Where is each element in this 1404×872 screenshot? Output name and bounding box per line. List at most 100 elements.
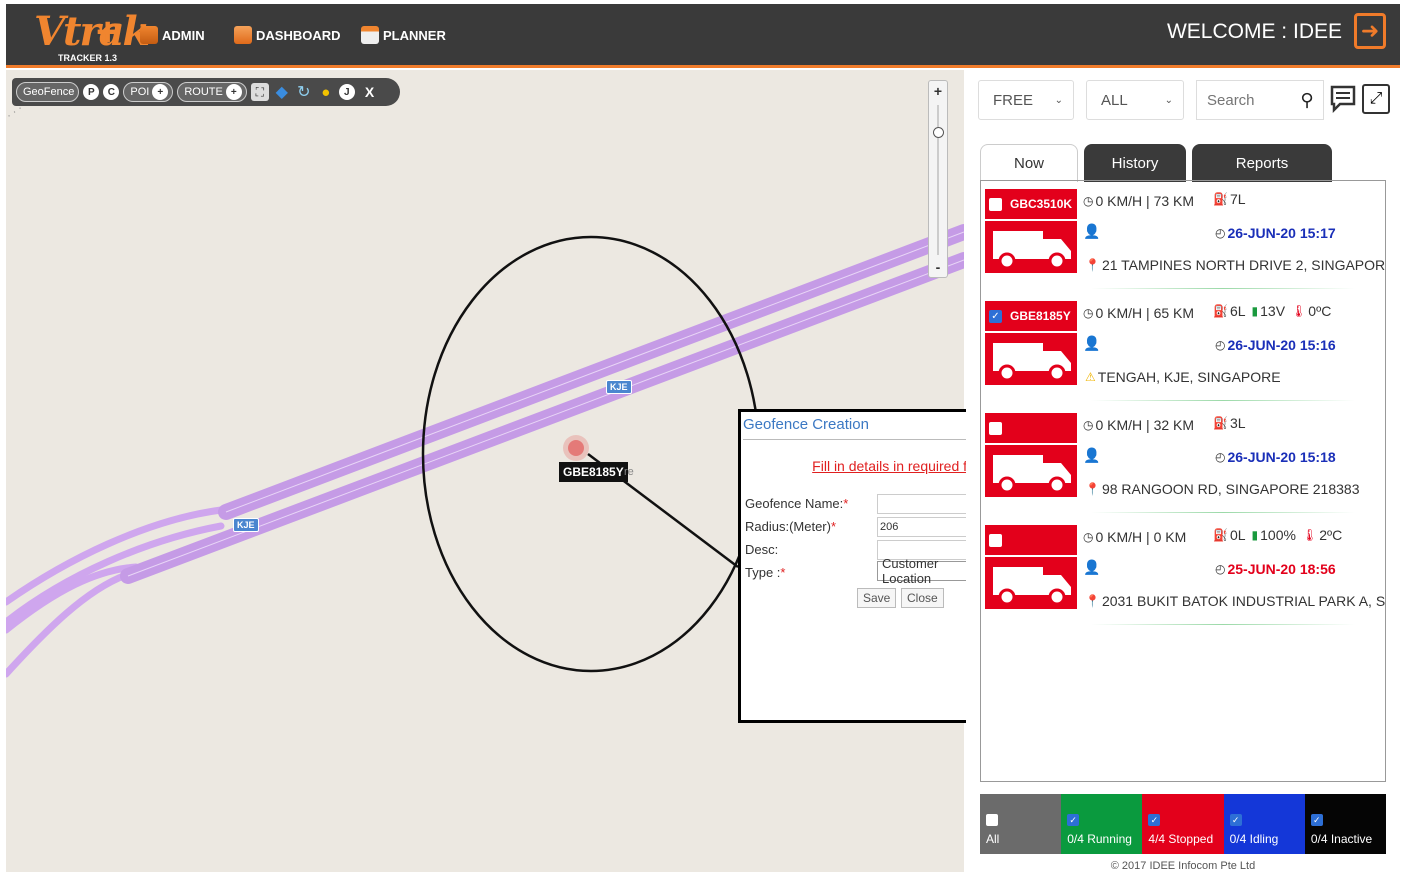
driver-icon: 👤 [1083, 335, 1101, 351]
vehicle-checkbox[interactable] [989, 533, 1002, 547]
tab-reports[interactable]: Reports [1192, 144, 1332, 182]
vehicle-plate[interactable]: GBC3510K [985, 189, 1077, 219]
chevron-down-icon: ⌄ [1164, 94, 1173, 106]
truck-icon [985, 557, 1077, 609]
warning-pin-icon: ⚠ [1085, 370, 1096, 384]
status-running-label: 0/4 Running [1067, 832, 1132, 846]
vehicle-checkbox[interactable] [989, 421, 1002, 435]
speed-value: 0 KM/H | 0 KM [1095, 529, 1187, 545]
sensor-readings: ⛽ 0L ▮ 100% 🌡 2ºC [1213, 527, 1342, 543]
radius-label: Radius:(Meter)* [745, 519, 836, 539]
calendar-icon [361, 26, 379, 44]
vehicle-checkbox[interactable] [989, 197, 1002, 211]
nav-dashboard[interactable]: DASHBOARD [234, 24, 341, 46]
nav-admin-label: ADMIN [162, 27, 205, 43]
status-stopped[interactable]: ✓ 4/4 Stopped [1142, 794, 1224, 854]
vehicle-plate[interactable] [985, 525, 1077, 555]
geofence-p-button[interactable]: P [83, 84, 100, 100]
vtrak-logo[interactable]: Vtrak + TRACKER 1.3 [30, 8, 150, 64]
poi-add-icon: + [152, 84, 169, 100]
fuel-value: 7L [1229, 191, 1246, 207]
status-all-label: All [986, 832, 1000, 846]
status-running[interactable]: ✓ 0/4 Running [1061, 794, 1143, 854]
type-filter-select[interactable]: ALL ⌄ [1086, 80, 1184, 120]
clock-icon: ◴ [1215, 338, 1226, 352]
status-all-checkbox[interactable] [986, 814, 998, 826]
message-icon[interactable] [1330, 84, 1356, 114]
speedometer-icon: ◷ [1083, 530, 1094, 544]
vehicle-plate[interactable] [985, 413, 1077, 443]
speed-distance: ◷ 0 KM/H | 65 KM [1083, 305, 1194, 321]
vehicle-panel: FREE ⌄ ALL ⌄ ⚲ ⤢ Now History Reports GBC… [966, 70, 1400, 872]
vehicle-map-tag[interactable]: GBE8185Y [559, 462, 628, 482]
sensor-readings: ⛽ 6L ▮ 13V 🌡 0ºC [1213, 303, 1331, 319]
fullscreen-icon[interactable]: ⛶ [250, 83, 269, 101]
status-running-checkbox[interactable]: ✓ [1067, 814, 1080, 826]
last-update: ◴ 25-JUN-20 18:56 [1215, 561, 1336, 577]
required-mark: * [843, 496, 849, 511]
required-mark: * [780, 565, 786, 580]
close-button[interactable]: Close [901, 588, 944, 608]
map-place-label: re [624, 466, 634, 478]
expand-icon[interactable]: ⤢ [1362, 84, 1390, 114]
status-idling-checkbox[interactable]: ✓ [1229, 814, 1242, 826]
vehicle-list: GBC3510K ◷ 0 KM/H | 73 KM ⛽ 7L 👤 ◴ 26-JUN-2… [980, 180, 1386, 782]
fuel-level: ⛽ 7L [1213, 191, 1246, 207]
geofence-tool-label: GeoFence [23, 86, 75, 98]
vehicle-address: 📍 98 RANGOON RD, SINGAPORE 218383 [1085, 481, 1360, 497]
dashboard-icon [234, 26, 252, 44]
timestamp: 26-JUN-20 15:17 [1227, 225, 1336, 241]
refresh-icon[interactable]: ↻ [295, 83, 313, 101]
type-filter-value: ALL [1101, 91, 1128, 109]
nav-admin[interactable]: ADMIN [140, 24, 205, 46]
layers-icon[interactable]: ◆ [273, 83, 291, 101]
fuel-icon: ⛽ [1213, 304, 1228, 318]
zoom-in-button[interactable]: + [929, 81, 947, 101]
nav-planner[interactable]: PLANNER [361, 24, 446, 46]
info-j-icon[interactable]: J [338, 84, 355, 100]
battery-icon: ▮ [1251, 304, 1259, 318]
geofence-c-button[interactable]: C [103, 84, 120, 100]
logout-icon[interactable]: ➜ [1354, 13, 1386, 49]
vehicle-marker[interactable] [568, 440, 584, 456]
traffic-icon[interactable]: ● [317, 83, 335, 101]
status-all[interactable]: All [980, 794, 1062, 854]
save-button[interactable]: Save [857, 588, 897, 608]
vehicle-plate[interactable]: ✓ GBE8185Y [985, 301, 1077, 331]
geofence-name-label: Geofence Name:* [745, 496, 848, 516]
zoom-out-button[interactable]: - [929, 257, 947, 277]
status-stopped-label: 4/4 Stopped [1148, 832, 1214, 846]
vehicle-card[interactable]: ◷ 0 KM/H | 32 KM ⛽ 3L 👤 ◴ 26-JUN-20 15:18 📍… [981, 407, 1385, 519]
status-stopped-checkbox[interactable]: ✓ [1148, 814, 1161, 826]
plate-number: GBC3510K [1010, 197, 1073, 211]
vehicle-card[interactable]: GBC3510K ◷ 0 KM/H | 73 KM ⛽ 7L 👤 ◴ 26-JUN-2… [981, 183, 1385, 295]
vehicle-card[interactable]: ◷ 0 KM/H | 0 KM ⛽ 0L ▮ 100% 🌡 2ºC 👤 ◴ 25-JUN-… [981, 519, 1385, 631]
toolbar-close-button[interactable]: X [365, 84, 374, 100]
clock-icon: ◴ [1215, 450, 1226, 464]
geofence-tool[interactable]: GeoFence [16, 82, 80, 102]
zoom-slider-handle[interactable] [933, 127, 944, 138]
route-tool-label: ROUTE [184, 86, 223, 98]
admin-icon [140, 26, 158, 44]
poi-tool[interactable]: POI + [123, 82, 174, 102]
status-filter-value: FREE [993, 91, 1034, 109]
truck-icon [985, 221, 1077, 273]
tab-history[interactable]: History [1084, 144, 1186, 182]
road-label-kje: KJE [233, 518, 259, 532]
speedometer-icon: ◷ [1083, 418, 1094, 432]
welcome-text: WELCOME : IDEE [1166, 20, 1342, 43]
route-tool[interactable]: ROUTE + [177, 82, 247, 102]
status-inactive[interactable]: ✓ 0/4 Inactive [1304, 794, 1387, 854]
vehicle-checkbox[interactable]: ✓ [989, 309, 1002, 323]
last-update: ◴ 26-JUN-20 15:18 [1215, 449, 1336, 465]
status-filter-bar: All ✓ 0/4 Running ✓ 4/4 Stopped ✓ 0/4 Id… [980, 794, 1387, 854]
vehicle-card[interactable]: ✓ GBE8185Y ◷ 0 KM/H | 65 KM ⛽ 6L ▮ 13V 🌡 0ºC… [981, 295, 1385, 407]
speed-value: 0 KM/H | 65 KM [1095, 305, 1195, 321]
status-filter-select[interactable]: FREE ⌄ [978, 80, 1074, 120]
tab-now[interactable]: Now [980, 144, 1078, 182]
copyright-footer: © 2017 IDEE Infocom Pte Ltd [1110, 860, 1256, 872]
address-text: 2031 BUKIT BATOK INDUSTRIAL PARK A, SI..… [1101, 593, 1386, 609]
status-idling[interactable]: ✓ 0/4 Idling [1223, 794, 1305, 854]
search-icon[interactable]: ⚲ [1292, 84, 1322, 116]
status-inactive-checkbox[interactable]: ✓ [1310, 814, 1323, 826]
